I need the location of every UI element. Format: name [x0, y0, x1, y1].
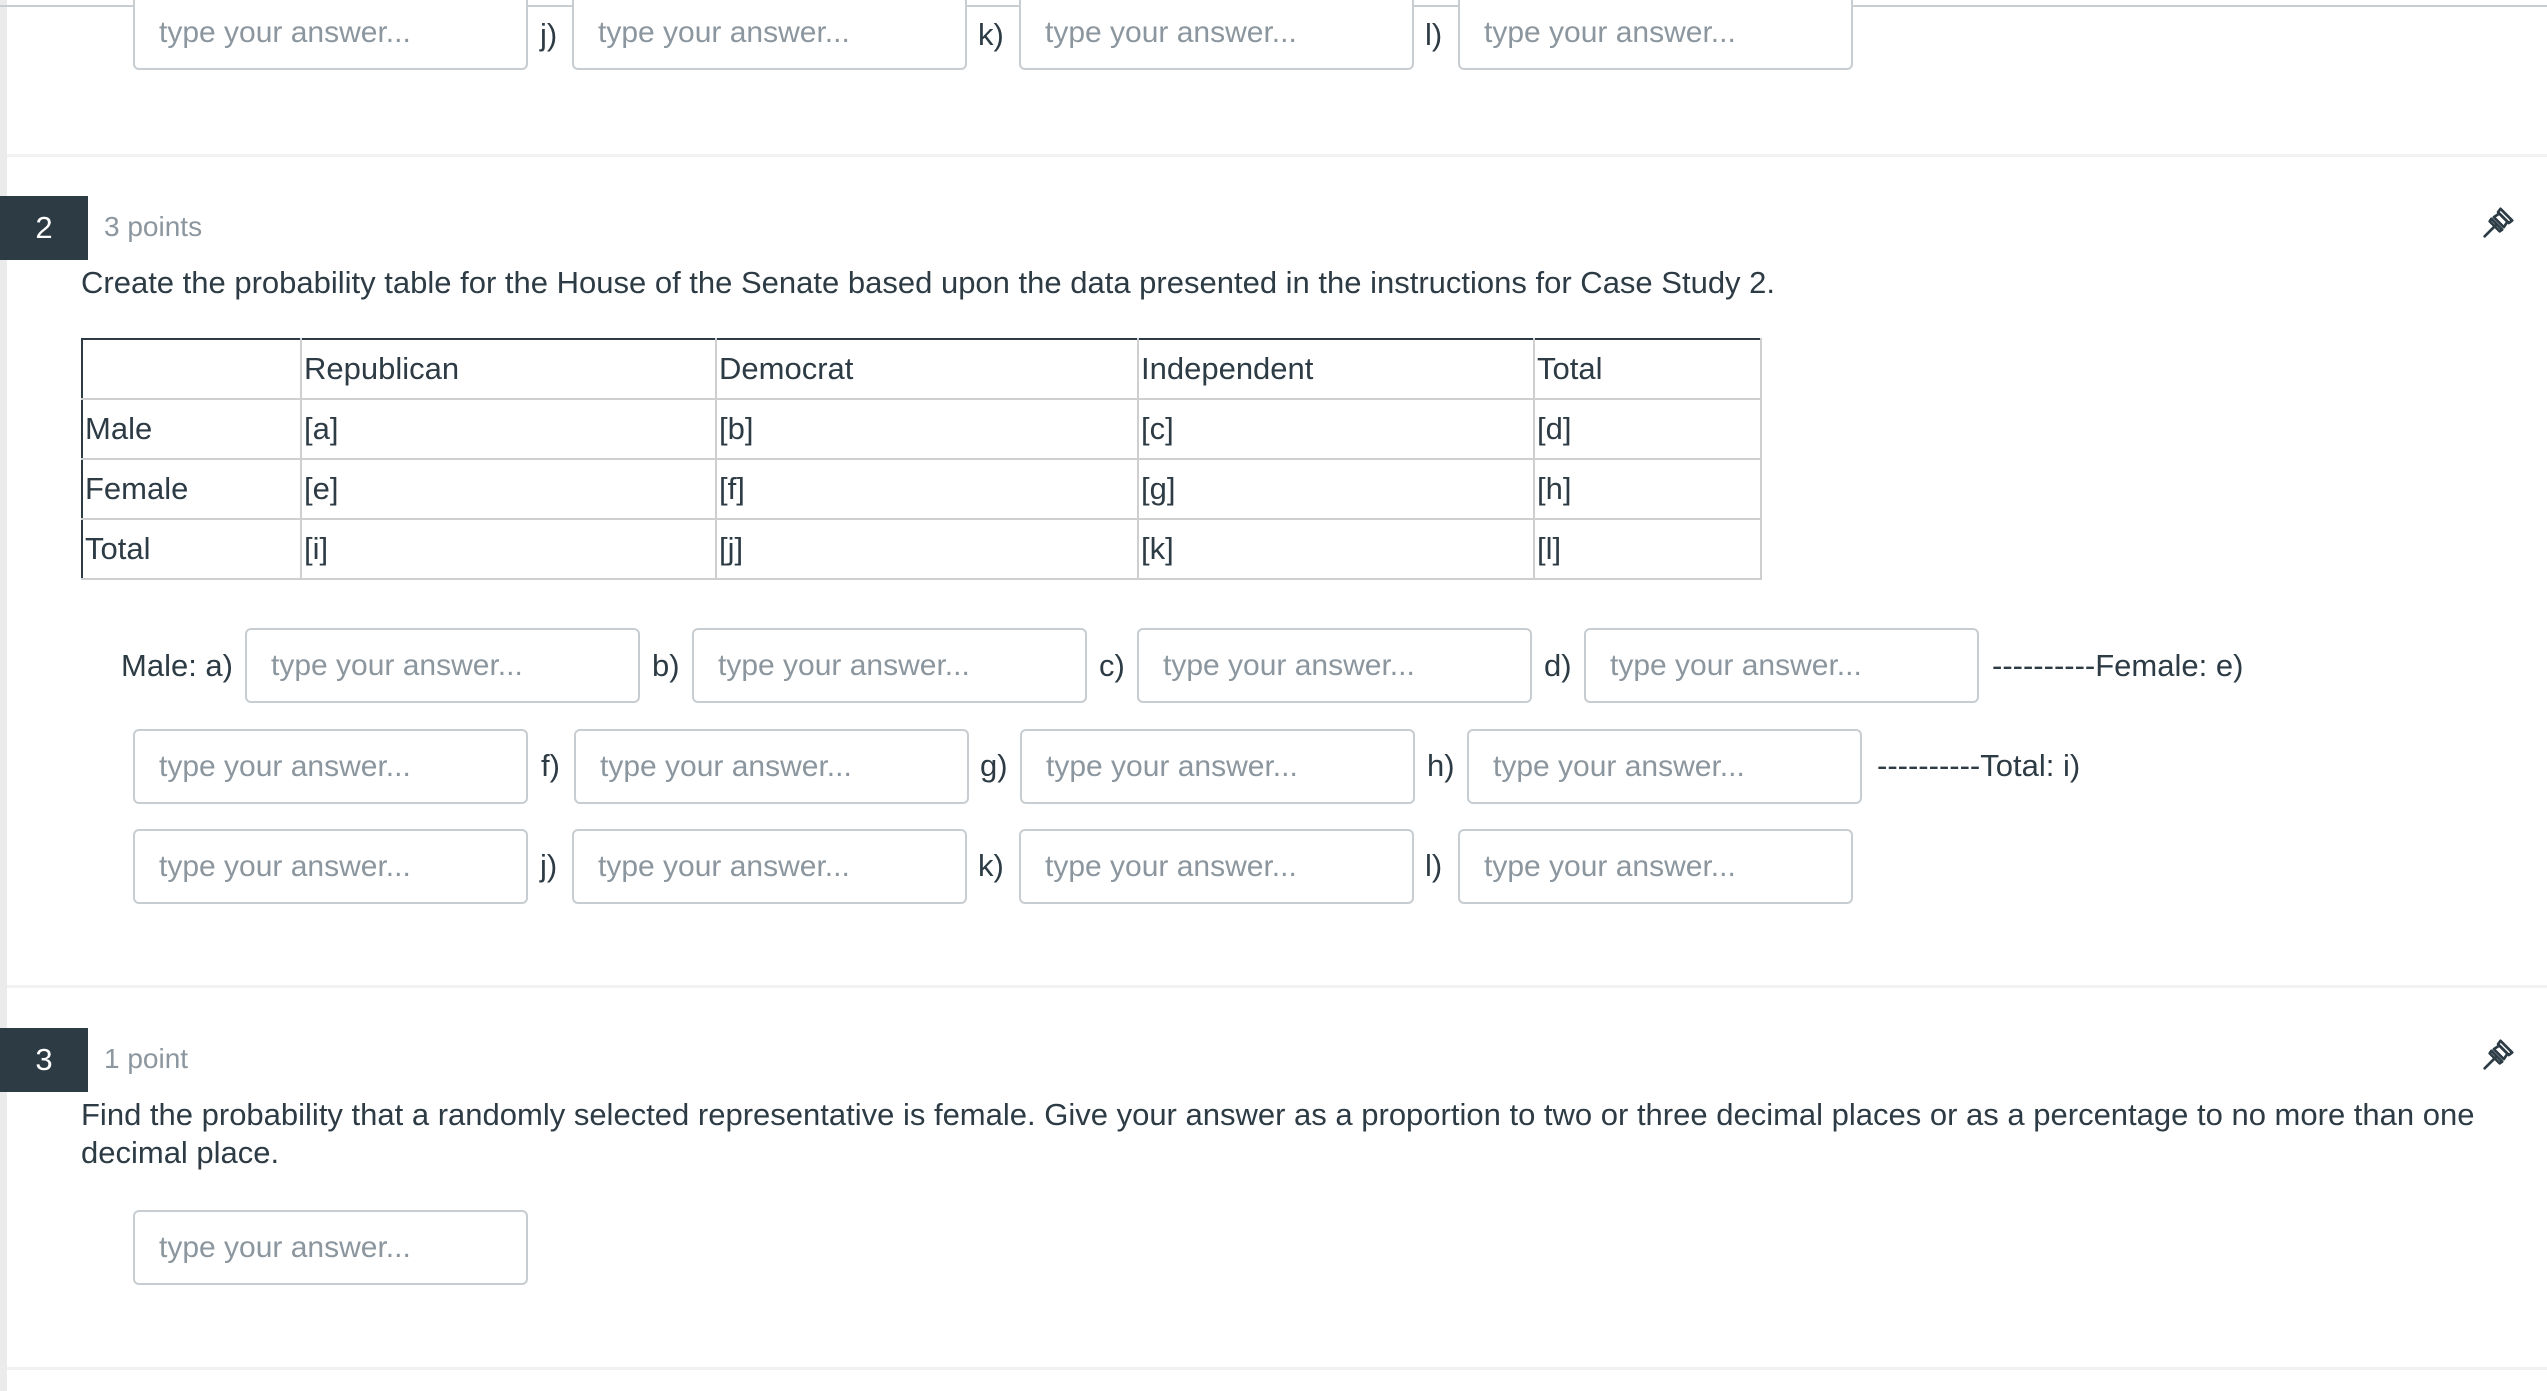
- blank-label-j: j): [540, 848, 558, 883]
- table-header-cell: Democrat: [715, 339, 1139, 400]
- table-row-label: Total: [82, 518, 302, 580]
- table-cell: [k]: [1137, 518, 1535, 580]
- answer-input-g[interactable]: [1020, 729, 1415, 804]
- table-cell: [j]: [715, 518, 1139, 580]
- table-row-label: Male: [82, 398, 302, 460]
- table-cell: [a]: [300, 398, 717, 460]
- answer-input-a[interactable]: [245, 628, 640, 703]
- answer-input-prev-l[interactable]: [1458, 0, 1853, 70]
- blank-label-prev-j: j): [540, 17, 558, 52]
- answer-input-h[interactable]: [1467, 729, 1862, 804]
- question-number: 2: [35, 210, 53, 245]
- blank-label-l: l): [1425, 848, 1443, 883]
- table-header-cell: Total: [1533, 339, 1762, 400]
- blank-label-prev-k: k): [978, 17, 1004, 52]
- table-header-cell: Independent: [1137, 339, 1535, 400]
- table-cell: [i]: [300, 518, 717, 580]
- answer-input-l[interactable]: [1458, 829, 1853, 904]
- question-points: 1 point: [104, 1043, 189, 1074]
- question-points: 3 points: [104, 211, 203, 242]
- table-header-cell: [82, 339, 302, 400]
- question-number-badge: 3: [0, 1028, 88, 1092]
- blank-label-c: c): [1099, 648, 1125, 683]
- answer-input-j[interactable]: [572, 829, 967, 904]
- table-row: Female [e] [f] [g] [h]: [82, 458, 1762, 520]
- table-cell: [e]: [300, 458, 717, 520]
- blank-label-prev-l: l): [1425, 17, 1443, 52]
- pin-icon[interactable]: [2478, 1035, 2518, 1075]
- table-cell: [l]: [1533, 518, 1762, 580]
- blank-label-h: h): [1427, 748, 1455, 783]
- blank-label-b: b): [652, 648, 680, 683]
- blank-label-k: k): [978, 848, 1004, 883]
- blank-label-d: d): [1544, 648, 1572, 683]
- table-cell: [c]: [1137, 398, 1535, 460]
- pin-icon[interactable]: [2478, 203, 2518, 243]
- table-cell: [b]: [715, 398, 1139, 460]
- answer-input-prev-k[interactable]: [1019, 0, 1414, 70]
- table-row: Male [a] [b] [c] [d]: [82, 398, 1762, 460]
- answer-input-k[interactable]: [1019, 829, 1414, 904]
- probability-table: Republican Democrat Independent Total Ma…: [81, 338, 1762, 580]
- table-cell: [h]: [1533, 458, 1762, 520]
- table-cell: [g]: [1137, 458, 1535, 520]
- table-header-row: Republican Democrat Independent Total: [82, 339, 1762, 400]
- question-separator: [7, 985, 2547, 988]
- answer-input-prev-i[interactable]: [133, 0, 528, 70]
- question-text: Create the probability table for the Hou…: [81, 265, 1776, 300]
- question-number: 3: [35, 1042, 53, 1077]
- table-cell: [f]: [715, 458, 1139, 520]
- blank-label-g: g): [980, 748, 1008, 783]
- blank-label-f: f): [541, 748, 560, 783]
- question-number-badge: 2: [0, 196, 88, 260]
- question-text: Find the probability that a randomly sel…: [81, 1097, 2475, 1170]
- answer-input-f[interactable]: [574, 729, 969, 804]
- answer-input-d[interactable]: [1584, 628, 1979, 703]
- table-row: Total [i] [j] [k] [l]: [82, 518, 1762, 580]
- table-row-label: Female: [82, 458, 302, 520]
- table-cell: [d]: [1533, 398, 1762, 460]
- answer-input[interactable]: [133, 1210, 528, 1285]
- question-separator: [7, 154, 2547, 157]
- question-separator: [7, 1367, 2547, 1370]
- answer-input-e[interactable]: [133, 729, 528, 804]
- blank-label-e: ----------Female: e): [1992, 648, 2244, 683]
- answer-input-b[interactable]: [692, 628, 1087, 703]
- table-header-cell: Republican: [300, 339, 717, 400]
- answer-input-i[interactable]: [133, 829, 528, 904]
- blank-label-a: Male: a): [121, 648, 233, 683]
- answer-input-prev-j[interactable]: [572, 0, 967, 70]
- blank-label-i: ----------Total: i): [1877, 748, 2081, 783]
- answer-input-c[interactable]: [1137, 628, 1532, 703]
